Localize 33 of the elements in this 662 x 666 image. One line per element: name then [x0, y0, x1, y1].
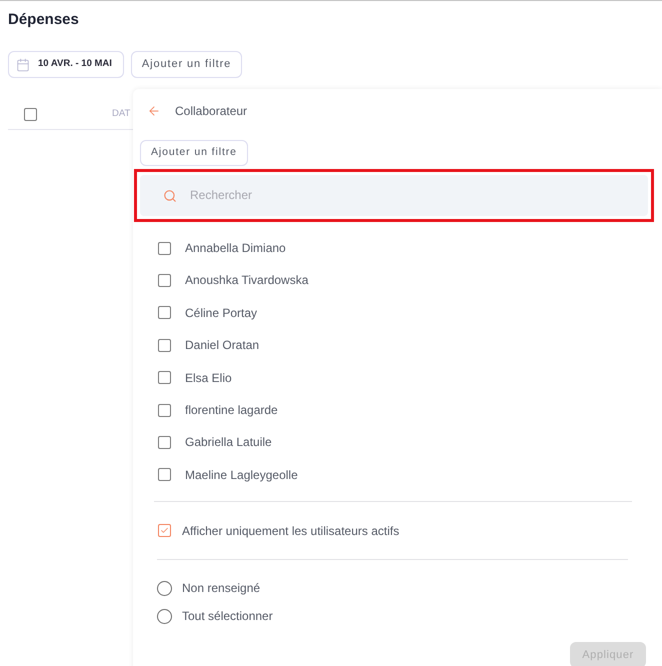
radio-label[interactable]: Tout sélectionner — [182, 607, 273, 625]
back-arrow-icon[interactable] — [147, 104, 161, 118]
person-name[interactable]: florentine lagarde — [185, 401, 278, 420]
checkbox[interactable] — [158, 524, 171, 537]
person-name[interactable]: Céline Portay — [185, 304, 258, 322]
calendar-icon — [16, 58, 30, 72]
checkbox[interactable] — [158, 306, 171, 320]
person-name[interactable]: Gabriella Latuile — [185, 433, 272, 452]
panel-title: Collaborateur — [175, 103, 248, 120]
checkbox[interactable] — [158, 274, 171, 287]
checkbox[interactable] — [158, 468, 171, 482]
search-field[interactable]: Rechercher — [140, 174, 648, 216]
check-icon — [160, 526, 169, 535]
checkbox[interactable] — [158, 338, 171, 352]
search-icon — [163, 188, 177, 203]
person-name[interactable]: Anoushka Tivardowska — [185, 271, 308, 290]
add-filter-button[interactable]: Ajouter un filtre — [140, 140, 248, 166]
checkbox[interactable] — [158, 436, 171, 449]
person-name[interactable]: Daniel Oratan — [185, 336, 260, 354]
checkbox[interactable] — [158, 404, 171, 417]
person-name[interactable]: Elsa Elio — [185, 368, 232, 387]
radio-button[interactable] — [157, 580, 172, 596]
radio-button[interactable] — [157, 608, 172, 624]
person-name[interactable]: Maeline Lagleygeolle — [185, 466, 298, 484]
page-title: Dépenses — [8, 11, 80, 29]
add-filter-button[interactable]: Ajouter un filtre — [130, 51, 242, 78]
checkbox[interactable] — [158, 242, 171, 255]
person-name[interactable]: Annabella Dimiano — [185, 239, 286, 258]
checkbox-label[interactable]: Afficher uniquement les utilisateurs actifs — [182, 522, 400, 540]
checkbox[interactable] — [24, 108, 37, 120]
radio-label[interactable]: Non renseigné — [182, 579, 260, 597]
checkbox[interactable] — [158, 371, 171, 384]
date-range-button[interactable]: 10 AVR. - 10 MAI — [8, 51, 124, 78]
